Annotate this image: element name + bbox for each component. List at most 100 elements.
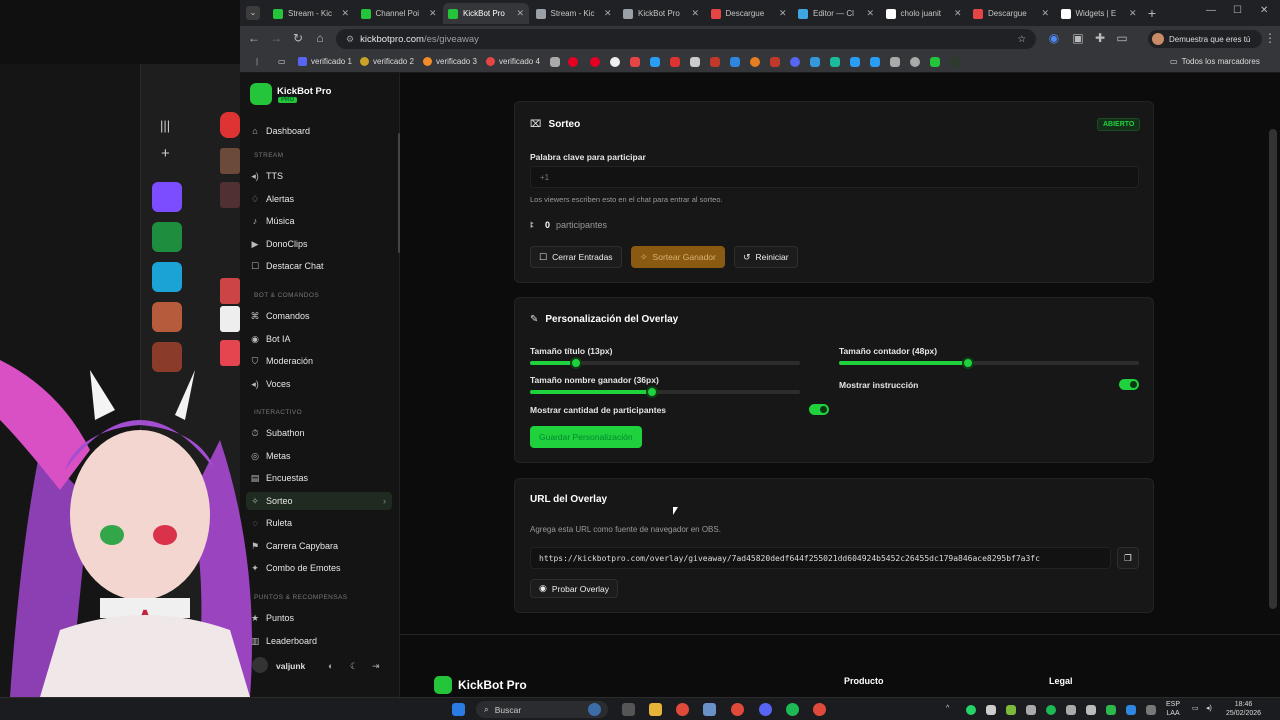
back-icon[interactable]: ← (246, 31, 262, 45)
bookmark-icon[interactable] (830, 57, 840, 67)
close-window-icon[interactable]: ✕ (1260, 5, 1268, 16)
bookmark-icon[interactable] (568, 57, 578, 67)
bookmark-icon[interactable] (850, 57, 860, 67)
overlay-url-field[interactable]: https://kickbotpro.com/overlay/giveaway/… (530, 547, 1111, 569)
reload-icon[interactable]: ↻ (290, 31, 306, 45)
bluetooth-icon[interactable] (1126, 705, 1136, 715)
menu-icon[interactable]: ⋮ (1262, 31, 1278, 45)
sidebar-icon[interactable]: ▭ (1114, 31, 1130, 45)
discord-icon[interactable] (759, 703, 772, 716)
bookmark-icon[interactable] (930, 57, 940, 67)
bookmark-icon[interactable] (730, 57, 740, 67)
sidebar-item-tts[interactable]: ◂) TTS (246, 167, 392, 185)
draw-winner-button[interactable]: ✧ Sortear Ganador (631, 246, 725, 268)
show-instruction-toggle[interactable] (1119, 379, 1139, 390)
sidebar-item-destacar-chat[interactable]: ☐ Destacar Chat (246, 257, 392, 275)
browser-tab[interactable]: Stream - Kic ✕ (268, 3, 354, 24)
slider-handle[interactable] (569, 357, 582, 369)
extension-icon-1[interactable]: ▣ (1070, 31, 1086, 45)
bookmark-icon[interactable] (670, 57, 680, 67)
chrome-icon[interactable] (676, 703, 689, 716)
profile-button[interactable]: Demuestra que eres tú (1148, 30, 1262, 48)
tab-search-icon[interactable]: ⌄ (246, 6, 260, 20)
bookmark-icon[interactable] (870, 57, 880, 67)
theme-toggle-icon[interactable]: ☾ (350, 661, 358, 672)
counter-size-slider[interactable] (839, 357, 1139, 369)
site-info-icon[interactable]: ⚙ (346, 34, 354, 45)
app-icon[interactable] (813, 703, 826, 716)
tab-close-icon[interactable]: ✕ (429, 8, 437, 19)
browser-tab[interactable]: Editor — Cl ✕ (793, 3, 879, 24)
all-bookmarks[interactable]: ▭ Todos los marcadores (1170, 57, 1260, 66)
whatsapp-icon[interactable] (966, 705, 976, 715)
sidebar-item-comandos[interactable]: ⌘ Comandos (246, 307, 392, 325)
browser-tab[interactable]: Descargue ✕ (968, 3, 1054, 24)
logout-icon[interactable]: ⇥ (372, 661, 380, 672)
tab-close-icon[interactable]: ✕ (779, 8, 787, 19)
bookmark-verificado-4[interactable]: verificado 4 (486, 57, 540, 66)
mic-icon[interactable] (1146, 705, 1156, 715)
show-count-toggle[interactable] (809, 404, 829, 415)
bookmark-verificado-1[interactable]: verificado 1 (298, 57, 352, 66)
address-bar[interactable]: ⚙ kickbotpro.com/es/giveaway ☆ (336, 29, 1036, 49)
bookmark-icon[interactable] (890, 57, 900, 67)
file-explorer-icon[interactable] (649, 703, 662, 716)
sidebar-item-música[interactable]: ♪ Música (246, 212, 392, 230)
bookmark-icon[interactable] (610, 57, 620, 67)
forward-icon[interactable]: → (268, 31, 284, 45)
bookmark-icon[interactable] (810, 57, 820, 67)
slider-handle[interactable] (645, 386, 658, 398)
bookmark-icon[interactable] (770, 57, 780, 67)
sidebar-item-donoclips[interactable]: ▶ DonoClips (246, 235, 392, 253)
tray-icon[interactable] (1026, 705, 1036, 715)
xbox-icon[interactable] (1006, 705, 1016, 715)
page-scrollbar[interactable] (1269, 129, 1277, 609)
minimize-icon[interactable]: — (1206, 5, 1216, 16)
winner-size-slider[interactable] (530, 386, 800, 398)
browser-tab[interactable]: KickBot Pro ✕ (618, 3, 704, 24)
tab-close-icon[interactable]: ✕ (1129, 8, 1137, 19)
maximize-icon[interactable]: ☐ (1233, 5, 1242, 16)
apps-icon[interactable]: | (256, 57, 258, 66)
bookmark-icon[interactable] (550, 57, 560, 67)
keyword-input[interactable]: +1 (530, 166, 1139, 188)
tray-icon[interactable] (1106, 705, 1116, 715)
slider-handle[interactable] (962, 357, 974, 369)
sidebar-scrollbar[interactable] (398, 133, 400, 253)
start-icon[interactable] (452, 703, 465, 716)
sidebar-item-dashboard[interactable]: ⌂ Dashboard (246, 122, 392, 140)
browser-tab[interactable]: KickBot Pro ✕ (443, 3, 529, 24)
bookmark-icon[interactable] (650, 57, 660, 67)
clock[interactable]: 18:46 25/02/2026 (1226, 700, 1261, 718)
folder-icon[interactable]: ▭ (278, 57, 286, 66)
bookmark-icon[interactable] (590, 57, 600, 67)
bookmark-icon[interactable] (630, 57, 640, 67)
browser-tab[interactable]: Stream - Kic ✕ (531, 3, 617, 24)
bookmark-verificado-3[interactable]: verificado 3 (423, 57, 477, 66)
spotify-icon[interactable] (786, 703, 799, 716)
tab-close-icon[interactable]: ✕ (341, 8, 349, 19)
bookmark-icon[interactable] (710, 57, 720, 67)
keyboard-layout[interactable]: ESP LAA (1166, 700, 1180, 718)
save-custom-button[interactable]: Guardar Personalización (530, 426, 642, 448)
browser-tab[interactable]: cholo juanit ✕ (881, 3, 967, 24)
browser-tab[interactable]: Descargue ✕ (706, 3, 792, 24)
tab-close-icon[interactable]: ✕ (1041, 8, 1049, 19)
bookmark-verificado-2[interactable]: verificado 2 (360, 57, 414, 66)
sidebar-item-alertas[interactable]: ♢ Alertas (246, 190, 392, 208)
tab-close-icon[interactable]: ✕ (691, 8, 699, 19)
new-tab-button[interactable]: + (1144, 5, 1160, 21)
bookmark-icon[interactable] (790, 57, 800, 67)
home-icon[interactable]: ⌂ (312, 31, 328, 45)
browser-tab[interactable]: Widgets | E ✕ (1056, 3, 1142, 24)
star-icon[interactable]: ☆ (1017, 34, 1026, 45)
spotify-tray-icon[interactable] (1046, 705, 1056, 715)
task-view-icon[interactable] (622, 703, 635, 716)
reset-button[interactable]: ↺ Reiniciar (734, 246, 798, 268)
app-icon[interactable] (703, 703, 716, 716)
tray-icon[interactable] (1086, 705, 1096, 715)
tab-close-icon[interactable]: ✕ (954, 8, 962, 19)
title-size-slider[interactable] (530, 357, 800, 369)
close-entries-button[interactable]: ☐ Cerrar Entradas (530, 246, 622, 268)
palette-icon[interactable]: ◐ (328, 661, 333, 671)
